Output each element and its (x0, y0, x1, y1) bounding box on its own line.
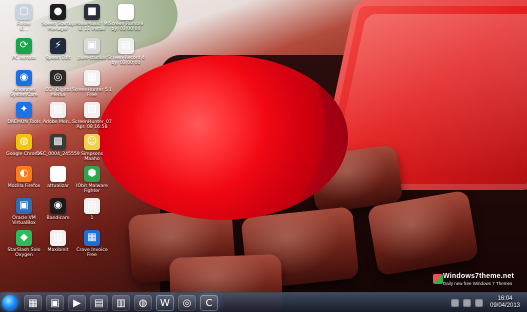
desktop-icon-label: ScreenHunter_07 Apr. 08 16:58 (72, 120, 112, 131)
desktop-icon-image: ▦ (84, 70, 100, 86)
clock-date: 09/04/2013 (489, 303, 521, 309)
desktop-icon-image: ▨ (50, 102, 66, 118)
desktop-icon-image: ◐ (16, 166, 32, 182)
clock[interactable]: 16:04 09/04/2013 (487, 296, 523, 310)
start-button[interactable] (2, 295, 18, 311)
desktop-icon-14[interactable]: ▧ ScreenHunter_07 Apr. 08 16:58 (70, 102, 114, 130)
desktop-icon-image: ◆ (16, 230, 32, 246)
tray-volume-icon[interactable] (463, 299, 471, 307)
desktop-icon-label: ScreenHunter 5.1 Free (71, 88, 113, 99)
desktop-icon-image: ▦ (84, 230, 100, 246)
clock-time: 16:04 (497, 296, 513, 302)
taskbar-item-5[interactable]: ▥ (112, 295, 130, 311)
desktop-icon-image: ☺ (84, 134, 100, 150)
tray-network-icon[interactable] (451, 299, 459, 307)
windows-logo-icon (433, 274, 443, 284)
desktop-icon-image: ▢ (16, 4, 32, 20)
desktop-icon-image: ◍ (16, 134, 32, 150)
desktop-icon-image: ▤ (84, 198, 100, 214)
brand-watermark: Windows7theme.net Daily new free Windows… (443, 273, 523, 291)
wallpaper-rose (98, 55, 348, 220)
desktop-icon-label: Screen Rumble by: 03:00:00 (108, 22, 144, 33)
desktop-icon-image: ◆ (118, 4, 134, 20)
desktop-icon-26[interactable]: ▦ Crave Invoice Free (70, 230, 114, 258)
desktop-icon-image: ✦ (16, 102, 32, 118)
brand-title: Windows7theme.net (443, 273, 515, 280)
desktop-icon-image: ▣ (84, 38, 100, 54)
taskbar-item-7[interactable]: W (156, 295, 174, 311)
desktop-icon-image: ⬢ (84, 166, 100, 182)
system-tray: 16:04 09/04/2013 (422, 293, 527, 312)
desktop-icon-image: ◉ (50, 198, 66, 214)
desktop-icon-20[interactable]: ⬢ IObit Malware Fighter (70, 166, 114, 194)
desktop-icon-17[interactable]: ☺ Simpsons Maaho (70, 134, 114, 162)
desktop-icon-label: 1 (90, 216, 94, 221)
desktop-icon-image: ▢ (50, 166, 66, 182)
desktop-icon-11[interactable]: ▦ ScreenHunter 5.1 Free (70, 70, 114, 98)
desktop-icon-image: ◉ (16, 70, 32, 86)
desktop-icon-23[interactable]: ▤ 1 (70, 198, 114, 221)
desktop-icon-4[interactable]: ◆ Screen Rumble by: 03:00:00 (104, 4, 148, 32)
desktop-icon-image: ▥ (50, 230, 66, 246)
taskbar-item-9[interactable]: C (200, 295, 218, 311)
desktop-icon-image: ▧ (84, 102, 100, 118)
desktop-background: ▢ Folder IE... ● Speed Startup Manager ■ Make… (0, 0, 527, 312)
taskbar-item-8[interactable]: ◎ (178, 295, 196, 311)
taskbar: ▦ ▣ ▶ ▤ ▥ ◍ W ◎ C 16:04 09/04/2013 (0, 292, 527, 312)
desktop-icon-image: ◎ (50, 70, 66, 86)
desktop-icon-image: ▩ (50, 134, 66, 150)
desktop-icon-image: ● (50, 4, 66, 20)
taskbar-item-3[interactable]: ▶ (68, 295, 86, 311)
desktop-icon-label: Screen-Record 4 by: 03:00:00 (107, 56, 145, 67)
desktop-icon-label: Simpsons Maaho (80, 152, 104, 163)
taskbar-item-6[interactable]: ◍ (134, 295, 152, 311)
desktop-icon-8[interactable]: ▤ Screen-Record 4 by: 03:00:00 (104, 38, 148, 66)
brand-subtitle: Daily new free Windows 7 Themes (443, 281, 513, 286)
tray-flag-icon[interactable] (475, 299, 483, 307)
taskbar-item-2[interactable]: ▣ (46, 295, 64, 311)
desktop-icon-label: Crave Invoice Free (76, 248, 108, 259)
desktop-icon-image: ▣ (16, 198, 32, 214)
taskbar-item-4[interactable]: ▤ (90, 295, 108, 311)
taskbar-item-1[interactable]: ▦ (24, 295, 42, 311)
desktop-icon-label: IObit Malware Fighter (76, 184, 108, 195)
desktop-icon-image: ⚡ (50, 38, 66, 54)
desktop-icon-image: ▤ (118, 38, 134, 54)
desktop-icon-image: ■ (84, 4, 100, 20)
desktop-icon-image: ⟳ (16, 38, 32, 54)
